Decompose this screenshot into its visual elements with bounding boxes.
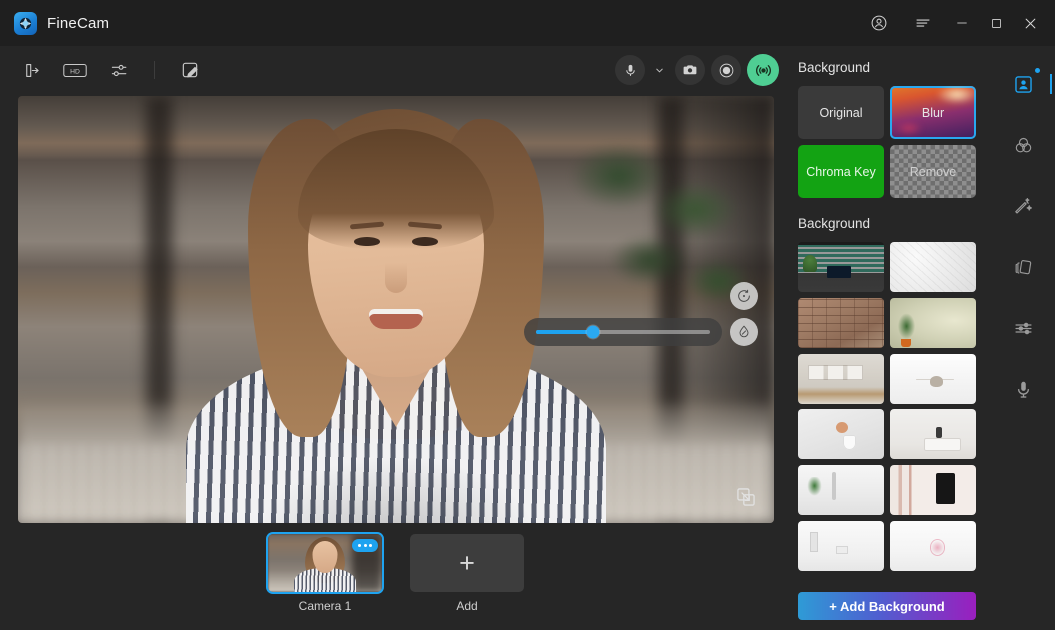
camera-source-strip: Camera 1 + Add xyxy=(18,534,774,622)
background-thumbnail-framed-art-wall[interactable] xyxy=(798,353,884,404)
background-thumbnail-grid xyxy=(798,242,991,572)
background-gallery-heading: Background xyxy=(798,216,871,231)
mode-blur[interactable]: Blur xyxy=(890,86,976,139)
background-mode-grid: Original Blur Chroma Key Remove xyxy=(798,86,991,198)
add-background-button[interactable]: + Add Background xyxy=(798,592,976,620)
svg-text:HD: HD xyxy=(70,68,80,75)
background-thumbnail-white-shelf-decor[interactable] xyxy=(798,521,884,572)
app-title: FineCam xyxy=(47,14,110,32)
camera-1-thumbnail[interactable] xyxy=(268,534,382,592)
blur-intensity-slider[interactable] xyxy=(524,318,722,346)
hamburger-menu-icon[interactable] xyxy=(908,8,938,38)
minimize-icon[interactable] xyxy=(945,0,979,46)
camera-feed xyxy=(18,96,774,523)
close-icon[interactable] xyxy=(1013,0,1047,46)
nose xyxy=(385,263,407,293)
mode-original[interactable]: Original xyxy=(798,86,884,139)
broadcast-icon[interactable] xyxy=(747,54,779,86)
microphone-icon[interactable] xyxy=(615,55,645,85)
mouth xyxy=(369,309,423,329)
background-thumbnail-office-desk-blinds[interactable] xyxy=(798,242,884,292)
export-arrow-icon[interactable] xyxy=(16,56,46,84)
eye-left xyxy=(354,237,380,246)
mode-chroma-key-label: Chroma Key xyxy=(806,164,876,179)
main-toolbar: HD xyxy=(0,46,791,94)
title-bar: FineCam xyxy=(0,0,1055,46)
camera-1-label: Camera 1 xyxy=(298,599,352,613)
rail-item-overlays[interactable] xyxy=(1006,253,1040,281)
mode-chroma-key[interactable]: Chroma Key xyxy=(798,145,884,198)
toolbar-divider xyxy=(154,61,155,79)
add-source-label: Add xyxy=(456,599,478,613)
whiteboard-pen-icon[interactable] xyxy=(175,56,205,84)
background-thumbnail-pink-accent-wall[interactable] xyxy=(890,521,976,572)
background-thumbnail-white-textured-wall[interactable] xyxy=(890,242,976,292)
background-thumbnail-white-ceiling-lamp[interactable] xyxy=(890,353,976,404)
more-dots-icon[interactable] xyxy=(352,539,378,552)
background-thumbnail-brick-wall[interactable] xyxy=(798,297,884,348)
rail-item-audio[interactable] xyxy=(1006,375,1040,403)
feature-rail xyxy=(991,46,1055,630)
rail-item-adjustments[interactable] xyxy=(1006,314,1040,342)
background-thumbnail-console-table-decor[interactable] xyxy=(890,409,976,460)
camera-source-item[interactable]: Camera 1 xyxy=(268,534,382,613)
background-panel: Background Original Blur Chroma Key Remo… xyxy=(791,46,991,630)
mode-original-label: Original xyxy=(819,105,863,120)
mode-blur-label: Blur xyxy=(921,105,945,120)
eye-right xyxy=(412,237,438,246)
picture-in-picture-icon[interactable] xyxy=(732,483,760,511)
add-camera-source[interactable]: + Add xyxy=(410,534,524,613)
rail-badge-dot xyxy=(1035,68,1040,73)
rail-item-filters[interactable] xyxy=(1006,131,1040,159)
plus-icon[interactable]: + xyxy=(410,534,524,592)
rail-item-beauty[interactable] xyxy=(1006,192,1040,220)
rail-item-background[interactable] xyxy=(1006,68,1052,98)
chevron-down-icon[interactable] xyxy=(651,56,667,84)
hd-badge-icon[interactable]: HD xyxy=(60,56,90,84)
toolbar-right-group xyxy=(615,46,779,94)
person-subject xyxy=(186,103,606,523)
video-preview[interactable] xyxy=(18,96,774,523)
finecam-window: FineCam HD Camera 1 + Add Background Ori… xyxy=(0,0,1055,630)
background-thumbnail-plant-beside-wall[interactable] xyxy=(890,297,976,348)
background-mode-heading: Background xyxy=(798,60,871,75)
background-thumbnail-black-frame-poster[interactable] xyxy=(890,465,976,516)
rotate-icon[interactable] xyxy=(730,282,758,310)
record-circle-icon[interactable] xyxy=(711,55,741,85)
slider-track[interactable] xyxy=(536,325,710,339)
mode-remove-label: Remove xyxy=(909,164,957,179)
rail-active-indicator xyxy=(1050,74,1052,94)
aperture-icon xyxy=(14,11,37,35)
mini-person xyxy=(294,534,356,592)
app-branding: FineCam xyxy=(0,11,110,35)
mode-remove[interactable]: Remove xyxy=(890,145,976,198)
camera-icon[interactable] xyxy=(675,55,705,85)
account-circle-icon[interactable] xyxy=(864,8,894,38)
water-drop-icon[interactable] xyxy=(730,318,758,346)
slider-fill xyxy=(536,330,594,334)
toolbar-left-group: HD xyxy=(0,56,205,84)
sliders-icon[interactable] xyxy=(104,56,134,84)
maximize-icon[interactable] xyxy=(979,0,1013,46)
background-thumbnail-bathroom-plant-shelf[interactable] xyxy=(798,465,884,516)
background-thumbnail-vase-on-white-wall[interactable] xyxy=(798,409,884,460)
slider-handle[interactable] xyxy=(586,325,600,339)
